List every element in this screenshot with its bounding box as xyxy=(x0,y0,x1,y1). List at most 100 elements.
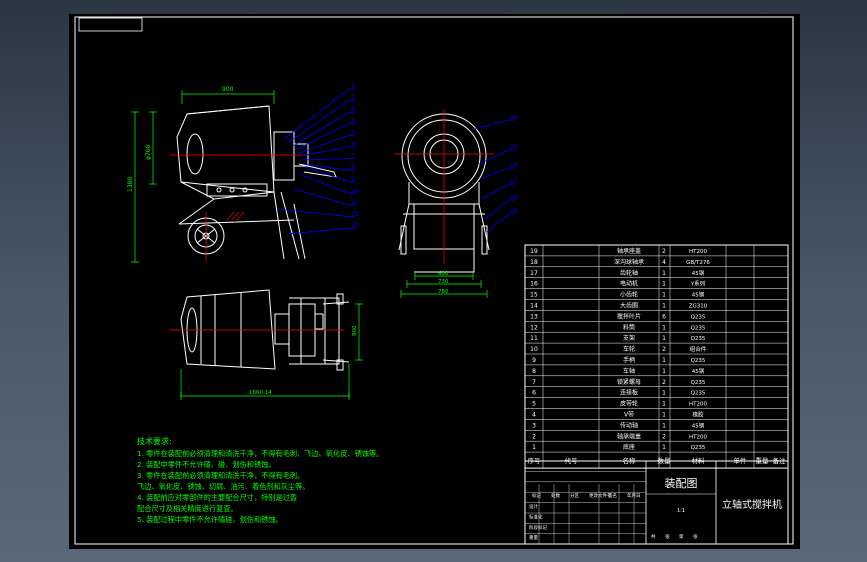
title-row-label: 分区 xyxy=(570,492,579,499)
front-leaders xyxy=(276,88,355,235)
bom-name: V带 xyxy=(624,411,634,419)
bom-name: 电动机 xyxy=(620,280,638,288)
balloon-label: 13 xyxy=(351,222,359,229)
bom-qty: 2 xyxy=(662,379,666,386)
bom-qty: 1 xyxy=(662,444,666,451)
dim-top-height: 800 xyxy=(352,325,358,336)
bom-no: 16 xyxy=(530,281,538,288)
bom-no: 8 xyxy=(532,368,536,375)
front-balloons: 12345678910111213 xyxy=(351,83,359,229)
bom-qty: 1 xyxy=(662,357,666,364)
balloon-label: 9 xyxy=(351,176,355,183)
title-small-label: 设计 xyxy=(529,503,538,510)
title-row-label: 年月日 xyxy=(627,492,641,499)
bom-qty: 1 xyxy=(662,412,666,419)
bom-name: 料筒 xyxy=(623,323,635,331)
cad-drawing: 900 φ700 1380 12345678910111213 600 730 … xyxy=(74,16,794,545)
balloon-label: 17 xyxy=(510,178,518,185)
front-centerlines xyxy=(169,154,309,262)
note-line: 1. 零件在装配前必须清理和清洗干净，不得有毛刺、飞边、氧化皮、锈蚀等。 xyxy=(137,449,383,458)
bom-qty: 1 xyxy=(662,390,666,397)
bom-no: 18 xyxy=(530,259,538,266)
balloon-label: 10 xyxy=(351,187,359,194)
bom-no: 12 xyxy=(530,324,538,331)
bom-qty: 1 xyxy=(662,401,666,408)
front-dimensions xyxy=(131,90,275,263)
leader-line xyxy=(286,227,355,235)
leader-line xyxy=(486,213,515,233)
note-line: 5. 装配过程中零件不允许磕碰，划伤和锈蚀。 xyxy=(137,515,283,524)
bom-name: 大齿圈 xyxy=(620,302,638,310)
title-block: 标记 处数 分区 更改文件号签名 年月日设计标准化阶段标记重量装配图立轴式搅拌机1:1共… xyxy=(524,460,789,545)
bom-qty: 1 xyxy=(662,422,666,429)
bom-no: 10 xyxy=(530,346,538,353)
side-balloons: 14 15 16 17 18 19 xyxy=(510,114,518,215)
leader-line xyxy=(300,158,355,161)
bom-no: 14 xyxy=(530,303,538,310)
bom-material: 橡胶 xyxy=(692,411,704,419)
leader-line xyxy=(298,146,355,157)
sheet-count-label: 共 xyxy=(651,533,656,540)
front-hatch xyxy=(226,211,245,221)
bom-border xyxy=(524,244,789,469)
balloon-label: 18 xyxy=(510,194,518,201)
bom-qty: 4 xyxy=(662,259,666,266)
balloon-label: 8 xyxy=(351,164,355,171)
dim-side-w3: 780 xyxy=(438,289,449,295)
bom-material: HT200 xyxy=(689,434,707,440)
sheet-count-label: 第 xyxy=(679,533,684,540)
leader-line xyxy=(288,100,355,143)
dim-side-w2: 730 xyxy=(438,279,449,285)
bom-qty: 6 xyxy=(662,313,666,320)
bom-material: Q235 xyxy=(691,336,706,342)
bom-qty: 2 xyxy=(662,248,666,255)
bom-name: 传动轴 xyxy=(620,421,638,429)
bom-name: 锁紧螺母 xyxy=(617,378,641,386)
bom-qty: 1 xyxy=(662,303,666,310)
balloon-label: 1 xyxy=(351,83,355,90)
technical-notes: 技术要求: 1. 零件在装配前必须清理和清洗干净，不得有毛刺、飞边、氧化皮、锈蚀… xyxy=(137,436,383,524)
leader-line xyxy=(298,173,355,194)
balloon-label: 5 xyxy=(351,129,355,136)
bom-material: 45钢 xyxy=(692,269,705,277)
bom-no: 3 xyxy=(532,422,536,429)
bom-material: Q235 xyxy=(691,314,706,320)
bom-no: 7 xyxy=(532,379,536,386)
bom-material: Q235 xyxy=(691,391,706,397)
bom-qty: 1 xyxy=(662,324,666,331)
bom-material: ZG310 xyxy=(689,304,708,310)
bom-qty: 1 xyxy=(662,368,666,375)
dim-side-w1: 600 xyxy=(438,271,449,277)
front-view xyxy=(176,105,337,260)
balloon-label: 2 xyxy=(351,95,355,102)
bom-name: 搅拌叶片 xyxy=(617,312,641,320)
bom-name: 车轮 xyxy=(623,345,635,353)
bom-qty: 2 xyxy=(662,346,666,353)
balloon-label: 6 xyxy=(351,141,355,148)
leader-line xyxy=(294,123,355,151)
bom-name: 深沟球轴承 xyxy=(614,258,644,266)
bom-no: 5 xyxy=(532,401,536,408)
drawing-type: 装配图 xyxy=(665,477,698,490)
title-row-label: 处数 xyxy=(551,492,560,499)
note-line: 配合尺寸及相关精度进行复查。 xyxy=(137,504,238,513)
balloon-label: 12 xyxy=(351,211,359,218)
bom-material: GB/T276 xyxy=(686,260,710,266)
bom-no: 9 xyxy=(532,357,536,364)
bom-no: 17 xyxy=(530,270,538,277)
note-line: 3. 零件在装配前必须清理和清洗干净，不得有毛刺。 xyxy=(137,471,304,480)
bom-no: 13 xyxy=(530,313,538,320)
bom-material: 45钢 xyxy=(692,367,705,375)
balloon-label: 11 xyxy=(351,199,359,206)
bom-table: 19 轴承座盖 2 HT20018 深沟球轴承 4 GB/T27617 齿轮轴 1 45钢16 电动… xyxy=(524,244,789,469)
balloon-label: 3 xyxy=(351,106,355,113)
bom-name: 车轴 xyxy=(623,367,635,375)
bom-material: Q235 xyxy=(691,445,706,451)
drawing-sheet: 900 φ700 1380 1 2 3 4 5 6 7 8 9 10 11 12 13 xyxy=(69,14,800,549)
product-name: 立轴式搅拌机 xyxy=(722,498,782,511)
bom-qty: 2 xyxy=(662,433,666,440)
dim-front-width: 900 xyxy=(222,86,234,93)
scale-value: 1:1 xyxy=(677,508,685,514)
bom-name: 皮带轮 xyxy=(620,400,638,408)
bom-material: Q235 xyxy=(691,325,706,331)
